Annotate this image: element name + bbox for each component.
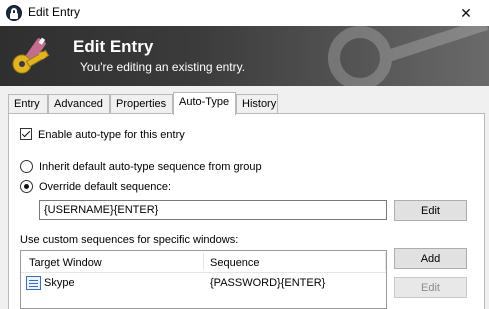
- key-icon: [12, 37, 50, 74]
- banner-subtitle: You're editing an existing entry.: [80, 60, 246, 74]
- tab-entry[interactable]: Entry: [8, 94, 48, 114]
- enable-autotype-label[interactable]: Enable auto-type for this entry: [38, 129, 185, 141]
- window-title: Edit Entry: [28, 5, 81, 19]
- override-sequence-radio[interactable]: [20, 180, 33, 193]
- close-button[interactable]: ✕: [443, 0, 489, 26]
- override-sequence-label[interactable]: Override default sequence:: [39, 181, 171, 193]
- column-divider[interactable]: [203, 253, 204, 270]
- sequence-cell: {PASSWORD}{ENTER}: [210, 277, 326, 289]
- tab-advanced[interactable]: Advanced: [48, 94, 110, 114]
- custom-sequences-label: Use custom sequences for specific window…: [20, 234, 239, 246]
- target-window-cell: Skype: [44, 277, 75, 289]
- enable-autotype-checkbox[interactable]: [20, 128, 32, 140]
- background-key-icon: [328, 26, 489, 86]
- inherit-sequence-label[interactable]: Inherit default auto-type sequence from …: [39, 161, 262, 173]
- tab-properties[interactable]: Properties: [110, 94, 173, 114]
- window-associations-list[interactable]: Target Window Sequence Skype {PASSWORD}{…: [20, 250, 387, 309]
- tab-auto-type[interactable]: Auto-Type: [173, 92, 236, 115]
- tab-history[interactable]: History: [236, 94, 278, 114]
- list-item[interactable]: Skype {PASSWORD}{ENTER}: [21, 275, 386, 293]
- add-association-button[interactable]: Add: [394, 248, 467, 269]
- default-sequence-input[interactable]: {USERNAME}{ENTER}: [39, 200, 387, 220]
- list-header: Target Window Sequence: [21, 251, 386, 273]
- header-banner: Edit Entry You're editing an existing en…: [0, 26, 489, 86]
- column-divider[interactable]: [385, 253, 386, 270]
- title-bar: Edit Entry ✕: [0, 0, 489, 26]
- inherit-sequence-radio[interactable]: [20, 160, 33, 173]
- keepass-lock-icon: [6, 5, 22, 21]
- banner-title: Edit Entry: [73, 37, 154, 56]
- column-sequence[interactable]: Sequence: [210, 257, 260, 269]
- edit-sequence-button[interactable]: Edit: [394, 200, 467, 221]
- window-list-icon: [26, 276, 41, 290]
- edit-association-button[interactable]: Edit: [394, 277, 467, 298]
- column-target-window[interactable]: Target Window: [29, 257, 102, 269]
